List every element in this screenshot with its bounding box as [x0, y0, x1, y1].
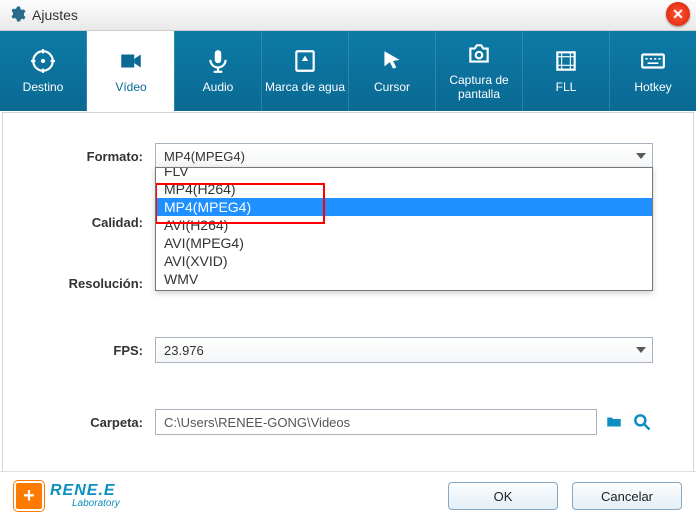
watermark-icon: [290, 48, 320, 77]
carpeta-input[interactable]: C:\Users\RENEE-GONG\Videos: [155, 409, 597, 435]
folder-icon: [604, 413, 624, 431]
tab-hotkey[interactable]: Hotkey: [609, 31, 696, 111]
titlebar: Ajustes ✕: [0, 0, 696, 31]
film-icon: [551, 48, 581, 77]
tab-destino[interactable]: Destino: [0, 31, 87, 111]
option-avi-h264[interactable]: AVI(H264): [156, 216, 652, 234]
tab-captura[interactable]: Captura de pantalla: [435, 31, 522, 111]
fps-combo[interactable]: 23.976: [155, 337, 653, 363]
label-resolucion: Resolución:: [43, 276, 155, 291]
label-calidad: Calidad:: [43, 215, 155, 230]
fps-value: 23.976: [164, 343, 204, 358]
formato-combo[interactable]: MP4(MPEG4): [155, 143, 653, 169]
logo: + RENE.E Laboratory: [14, 481, 120, 511]
tab-fll[interactable]: FLL: [522, 31, 609, 111]
target-icon: [28, 48, 58, 77]
logo-sub: Laboratory: [72, 499, 120, 509]
option-wmv[interactable]: WMV: [156, 270, 652, 288]
option-mp4-mpeg4[interactable]: MP4(MPEG4): [156, 198, 652, 216]
carpeta-value: C:\Users\RENEE-GONG\Videos: [164, 415, 350, 430]
search-folder-button[interactable]: [631, 411, 653, 433]
option-mp4-h264[interactable]: MP4(H264): [156, 180, 652, 198]
cursor-icon: [377, 48, 407, 77]
label-fps: FPS:: [43, 343, 155, 358]
option-avi-xvid[interactable]: AVI(XVID): [156, 252, 652, 270]
video-icon: [116, 48, 146, 77]
formato-dropdown: FLV MP4(H264) MP4(MPEG4) AVI(H264) AVI(M…: [155, 167, 653, 291]
browse-folder-button[interactable]: [603, 411, 625, 433]
row-fps: FPS: 23.976: [43, 337, 653, 363]
logo-badge-icon: +: [14, 481, 44, 511]
tab-marca[interactable]: Marca de agua: [261, 31, 348, 111]
mic-icon: [203, 48, 233, 77]
chevron-down-icon: [636, 153, 646, 159]
tab-audio[interactable]: Audio: [174, 31, 261, 111]
tab-bar: Destino Vídeo Audio Marca de agua Cursor…: [0, 31, 696, 111]
keyboard-icon: [638, 48, 668, 77]
ok-button[interactable]: OK: [448, 482, 558, 510]
chevron-down-icon: [636, 347, 646, 353]
search-icon: [632, 412, 652, 432]
gear-icon: [8, 5, 26, 26]
logo-main: RENE.E: [50, 483, 120, 499]
settings-body: Formato: MP4(MPEG4) FLV MP4(H264) MP4(MP…: [2, 112, 694, 472]
cancel-button[interactable]: Cancelar: [572, 482, 682, 510]
row-carpeta: Carpeta: C:\Users\RENEE-GONG\Videos: [43, 409, 653, 435]
tab-cursor[interactable]: Cursor: [348, 31, 435, 111]
close-button[interactable]: ✕: [666, 2, 690, 26]
option-avi-mpeg4[interactable]: AVI(MPEG4): [156, 234, 652, 252]
camera-icon: [464, 41, 494, 70]
window-title: Ajustes: [32, 7, 78, 23]
close-icon: ✕: [672, 6, 684, 23]
footer: + RENE.E Laboratory OK Cancelar: [0, 471, 696, 520]
label-formato: Formato:: [43, 149, 155, 164]
option-flv[interactable]: FLV: [156, 167, 652, 180]
settings-window: Ajustes ✕ Destino Vídeo Audio Marca de a…: [0, 0, 696, 520]
tab-video[interactable]: Vídeo: [87, 31, 174, 111]
row-formato: Formato: MP4(MPEG4) FLV MP4(H264) MP4(MP…: [43, 143, 653, 169]
formato-value: MP4(MPEG4): [164, 149, 245, 164]
label-carpeta: Carpeta:: [43, 415, 155, 430]
